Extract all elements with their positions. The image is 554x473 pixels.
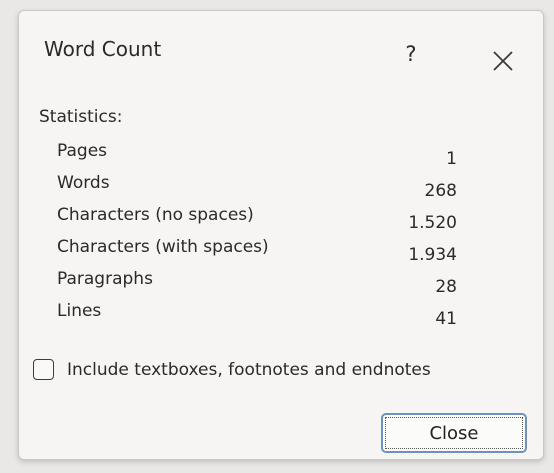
close-button[interactable]: Close: [381, 413, 527, 453]
dialog-close-button[interactable]: [489, 47, 517, 75]
stat-value: 1.934: [408, 245, 457, 265]
stat-value: 268: [424, 181, 457, 201]
stat-row-paragraphs: Paragraphs 28: [57, 269, 457, 297]
stat-value: 28: [435, 277, 457, 297]
stat-row-words: Words 268: [57, 173, 457, 201]
include-textboxes-label[interactable]: Include textboxes, footnotes and endnote…: [67, 360, 431, 380]
stat-row-lines: Lines 41: [57, 301, 457, 329]
help-button[interactable]: ?: [399, 39, 423, 69]
stat-row-characters-with-spaces: Characters (with spaces) 1.934: [57, 237, 457, 265]
include-textboxes-option[interactable]: Include textboxes, footnotes and endnote…: [33, 357, 538, 387]
stat-row-characters-no-spaces: Characters (no spaces) 1.520: [57, 205, 457, 233]
statistics-heading: Statistics:: [39, 107, 123, 127]
stat-label: Words: [57, 173, 110, 193]
close-icon: [493, 51, 513, 71]
word-count-dialog: Word Count ? Statistics: Pages 1 Words 2…: [18, 10, 544, 460]
stat-value: 1: [446, 149, 457, 169]
stat-value: 41: [435, 309, 457, 329]
stat-label: Paragraphs: [57, 269, 153, 289]
stat-label: Lines: [57, 301, 102, 321]
dialog-title: Word Count: [44, 37, 162, 61]
stat-row-pages: Pages 1: [57, 141, 457, 169]
include-textboxes-checkbox[interactable]: [33, 359, 54, 380]
stat-value: 1.520: [408, 213, 457, 233]
stat-label: Characters (no spaces): [57, 205, 254, 225]
stat-label: Pages: [57, 141, 108, 161]
close-button-label: Close: [385, 417, 523, 449]
stat-label: Characters (with spaces): [57, 237, 269, 257]
